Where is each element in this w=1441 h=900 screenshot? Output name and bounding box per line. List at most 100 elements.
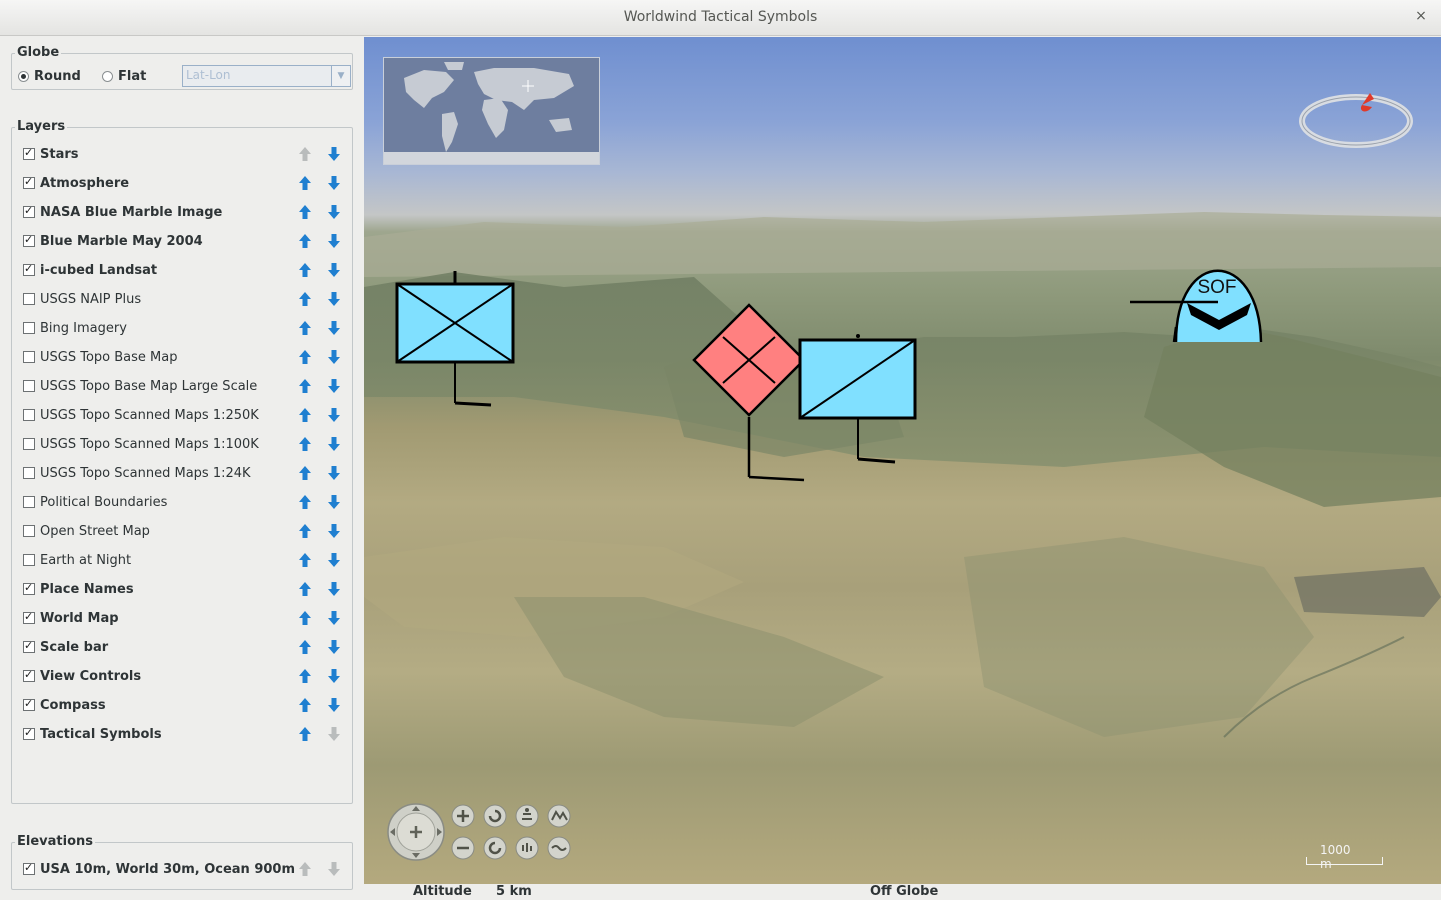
layer-checkbox[interactable] <box>23 322 35 334</box>
layer-row[interactable]: World Map <box>23 608 343 628</box>
move-down-icon[interactable] <box>327 494 341 510</box>
layer-checkbox[interactable] <box>23 409 35 421</box>
layer-row[interactable]: NASA Blue Marble Image <box>23 202 343 222</box>
move-up-icon[interactable] <box>298 697 312 713</box>
layer-row[interactable]: USGS Topo Base Map Large Scale <box>23 376 343 396</box>
move-down-icon[interactable] <box>327 726 341 742</box>
move-up-icon[interactable] <box>298 726 312 742</box>
move-up-icon[interactable] <box>298 861 312 877</box>
layer-row[interactable]: i-cubed Landsat <box>23 260 343 280</box>
move-up-icon[interactable] <box>298 610 312 626</box>
move-up-icon[interactable] <box>298 668 312 684</box>
layer-row[interactable]: Compass <box>23 695 343 715</box>
layer-checkbox[interactable] <box>23 668 35 682</box>
layer-checkbox[interactable] <box>23 438 35 450</box>
move-down-icon[interactable] <box>327 697 341 713</box>
move-down-icon[interactable] <box>327 349 341 365</box>
layer-row[interactable]: Earth at Night <box>23 550 343 570</box>
move-up-icon[interactable] <box>298 291 312 307</box>
layer-checkbox[interactable] <box>23 581 35 595</box>
move-up-icon[interactable] <box>298 233 312 249</box>
zoom-out-button[interactable] <box>451 836 475 860</box>
layer-row[interactable]: Stars <box>23 144 343 164</box>
move-down-icon[interactable] <box>327 861 341 877</box>
layer-checkbox[interactable] <box>23 697 35 711</box>
move-down-icon[interactable] <box>327 233 341 249</box>
tilt-up-button[interactable] <box>515 804 539 828</box>
layer-checkbox[interactable] <box>23 146 35 160</box>
move-down-icon[interactable] <box>327 639 341 655</box>
rotate-left-button[interactable] <box>483 804 507 828</box>
move-down-icon[interactable] <box>327 668 341 684</box>
move-up-icon[interactable] <box>298 494 312 510</box>
move-down-icon[interactable] <box>327 552 341 568</box>
layer-row[interactable]: Place Names <box>23 579 343 599</box>
move-down-icon[interactable] <box>327 204 341 220</box>
move-up-icon[interactable] <box>298 262 312 278</box>
move-down-icon[interactable] <box>327 407 341 423</box>
projection-select[interactable]: Lat-Lon ▼ <box>182 65 351 87</box>
layer-row[interactable]: USGS NAIP Plus <box>23 289 343 309</box>
move-down-icon[interactable] <box>327 378 341 394</box>
move-down-icon[interactable] <box>327 436 341 452</box>
friendly-infantry-symbol[interactable] <box>395 271 515 407</box>
move-down-icon[interactable] <box>327 581 341 597</box>
layer-checkbox[interactable] <box>23 610 35 624</box>
move-up-icon[interactable] <box>298 436 312 452</box>
move-down-icon[interactable] <box>327 262 341 278</box>
layer-checkbox[interactable] <box>23 554 35 566</box>
zoom-in-button[interactable] <box>451 804 475 828</box>
move-down-icon[interactable] <box>327 320 341 336</box>
layer-checkbox[interactable] <box>23 726 35 740</box>
layer-row[interactable]: Blue Marble May 2004 <box>23 231 343 251</box>
move-down-icon[interactable] <box>327 291 341 307</box>
vertical-exaggeration-up-button[interactable] <box>547 804 571 828</box>
layer-checkbox[interactable] <box>23 525 35 537</box>
pan-control[interactable] <box>387 803 445 861</box>
move-down-icon[interactable] <box>327 610 341 626</box>
layer-checkbox[interactable] <box>23 293 35 305</box>
move-down-icon[interactable] <box>327 146 341 162</box>
move-up-icon[interactable] <box>298 407 312 423</box>
layer-row[interactable]: USGS Topo Scanned Maps 1:100K <box>23 434 343 454</box>
move-up-icon[interactable] <box>298 204 312 220</box>
layer-checkbox[interactable] <box>23 861 35 875</box>
move-up-icon[interactable] <box>298 465 312 481</box>
layer-checkbox[interactable] <box>23 175 35 189</box>
layer-checkbox[interactable] <box>23 351 35 363</box>
move-up-icon[interactable] <box>298 320 312 336</box>
move-up-icon[interactable] <box>298 639 312 655</box>
layer-checkbox[interactable] <box>23 262 35 276</box>
layer-row[interactable]: Atmosphere <box>23 173 343 193</box>
move-up-icon[interactable] <box>298 146 312 162</box>
move-up-icon[interactable] <box>298 349 312 365</box>
round-radio[interactable]: Round <box>18 69 81 84</box>
layer-row[interactable]: Open Street Map <box>23 521 343 541</box>
close-icon[interactable]: × <box>1413 8 1429 24</box>
move-up-icon[interactable] <box>298 378 312 394</box>
rotate-right-button[interactable] <box>483 836 507 860</box>
layer-row[interactable]: Tactical Symbols <box>23 724 343 744</box>
layer-row[interactable]: Scale bar <box>23 637 343 657</box>
layer-checkbox[interactable] <box>23 380 35 392</box>
friendly-sof-symbol[interactable]: SOF <box>1130 269 1263 343</box>
layer-row[interactable]: Political Boundaries <box>23 492 343 512</box>
hostile-infantry-symbol[interactable] <box>692 303 806 482</box>
move-up-icon[interactable] <box>298 523 312 539</box>
layer-row[interactable]: USGS Topo Scanned Maps 1:250K <box>23 405 343 425</box>
move-down-icon[interactable] <box>327 523 341 539</box>
layer-row[interactable]: View Controls <box>23 666 343 686</box>
layer-row[interactable]: USGS Topo Scanned Maps 1:24K <box>23 463 343 483</box>
layer-checkbox[interactable] <box>23 204 35 218</box>
layer-checkbox[interactable] <box>23 639 35 653</box>
layer-row[interactable]: Bing Imagery <box>23 318 343 338</box>
layer-checkbox[interactable] <box>23 233 35 247</box>
move-down-icon[interactable] <box>327 465 341 481</box>
layer-row[interactable]: USA 10m, World 30m, Ocean 900m <box>23 859 343 879</box>
friendly-armor-symbol[interactable] <box>798 334 917 464</box>
vertical-exaggeration-down-button[interactable] <box>547 836 571 860</box>
globe-viewport[interactable]: SOF 1000 m <box>364 37 1441 884</box>
tilt-down-button[interactable] <box>515 836 539 860</box>
layer-checkbox[interactable] <box>23 496 35 508</box>
move-up-icon[interactable] <box>298 581 312 597</box>
